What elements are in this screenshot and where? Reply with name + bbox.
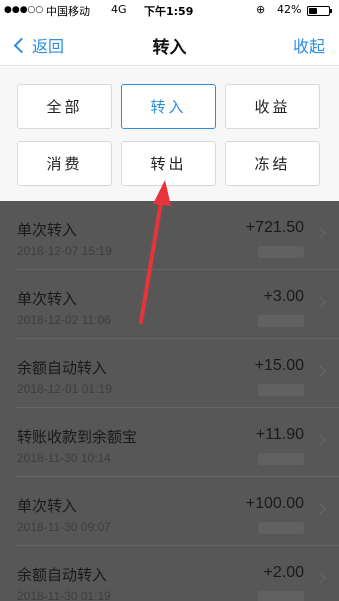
filter-spending-button[interactable]: 消费	[17, 141, 112, 186]
chevron-right-icon	[314, 434, 326, 446]
redacted-balance	[258, 246, 304, 258]
chevron-right-icon	[314, 572, 326, 584]
filter-frozen-button[interactable]: 冻结	[225, 141, 320, 186]
battery-fill	[309, 8, 317, 14]
transaction-row[interactable]: 单次转入 2018-12-07 15:19 +721.50	[0, 201, 339, 270]
transaction-date: 2018-11-30 10:14	[17, 451, 111, 465]
battery-icon	[307, 6, 332, 16]
redacted-balance	[258, 453, 304, 465]
transaction-amount: +2.00	[263, 564, 304, 581]
signal-dots-icon: ●●●○○	[4, 5, 44, 15]
status-bar: ●●●○○ 中国移动 4G 下午1:59 ⊕ 42%	[0, 0, 339, 22]
battery-nub	[330, 9, 332, 13]
chevron-right-icon	[314, 365, 326, 377]
filter-transfer-in-button[interactable]: 转入	[121, 84, 216, 129]
transaction-list-overlay: 单次转入 2018-12-07 15:19 +721.50 单次转入 2018-…	[0, 201, 339, 601]
transaction-title: 余额自动转入	[17, 566, 108, 584]
transaction-row[interactable]: 余额自动转入 2018-11-30 01:19 +2.00	[0, 546, 339, 601]
transaction-amount: +3.00	[263, 288, 304, 305]
transaction-date: 2018-11-30 09:07	[17, 520, 111, 534]
status-time: 下午1:59	[144, 5, 194, 18]
transaction-title: 单次转入	[17, 497, 78, 515]
collapse-button[interactable]: 收起	[293, 33, 325, 57]
filter-all-button[interactable]: 全部	[17, 84, 112, 129]
transaction-amount: +15.00	[254, 357, 304, 374]
transaction-amount: +11.90	[255, 426, 304, 443]
chevron-right-icon	[314, 227, 326, 239]
transaction-row[interactable]: 单次转入 2018-12-02 11:06 +3.00	[0, 270, 339, 339]
redacted-balance	[258, 384, 304, 396]
filter-earnings-button[interactable]: 收益	[225, 84, 320, 129]
transaction-row[interactable]: 余额自动转入 2018-12-01 01:19 +15.00	[0, 339, 339, 408]
transaction-date: 2018-12-01 01:19	[17, 382, 112, 396]
redacted-balance	[258, 315, 304, 327]
filter-panel: 全部 转入 收益 消费 转出 冻结	[0, 67, 339, 201]
transaction-title: 余额自动转入	[17, 359, 108, 377]
chevron-right-icon	[314, 503, 326, 515]
page-title: 转入	[152, 38, 187, 58]
chevron-right-icon	[314, 296, 326, 308]
redacted-balance	[258, 591, 304, 601]
transaction-date: 2018-12-07 15:19	[17, 244, 112, 258]
transaction-date: 2018-12-02 11:06	[17, 313, 111, 327]
transaction-amount: +100.00	[245, 495, 304, 512]
transaction-row[interactable]: 单次转入 2018-11-30 09:07 +100.00	[0, 477, 339, 546]
nav-bar: 返回 转入 收起	[0, 22, 339, 66]
rotation-lock-icon: ⊕	[256, 3, 266, 16]
carrier-label: 中国移动	[46, 5, 90, 18]
transaction-title: 转账收款到余额宝	[17, 428, 138, 446]
battery-percent: 42%	[277, 3, 302, 16]
transaction-amount: +721.50	[245, 219, 304, 236]
transaction-title: 单次转入	[17, 290, 78, 308]
redacted-balance	[258, 522, 304, 534]
transaction-row[interactable]: 转账收款到余额宝 2018-11-30 10:14 +11.90	[0, 408, 339, 477]
filter-transfer-out-button[interactable]: 转出	[121, 141, 216, 186]
transaction-title: 单次转入	[17, 221, 78, 239]
network-type: 4G	[111, 3, 127, 16]
transaction-date: 2018-11-30 01:19	[17, 589, 111, 601]
